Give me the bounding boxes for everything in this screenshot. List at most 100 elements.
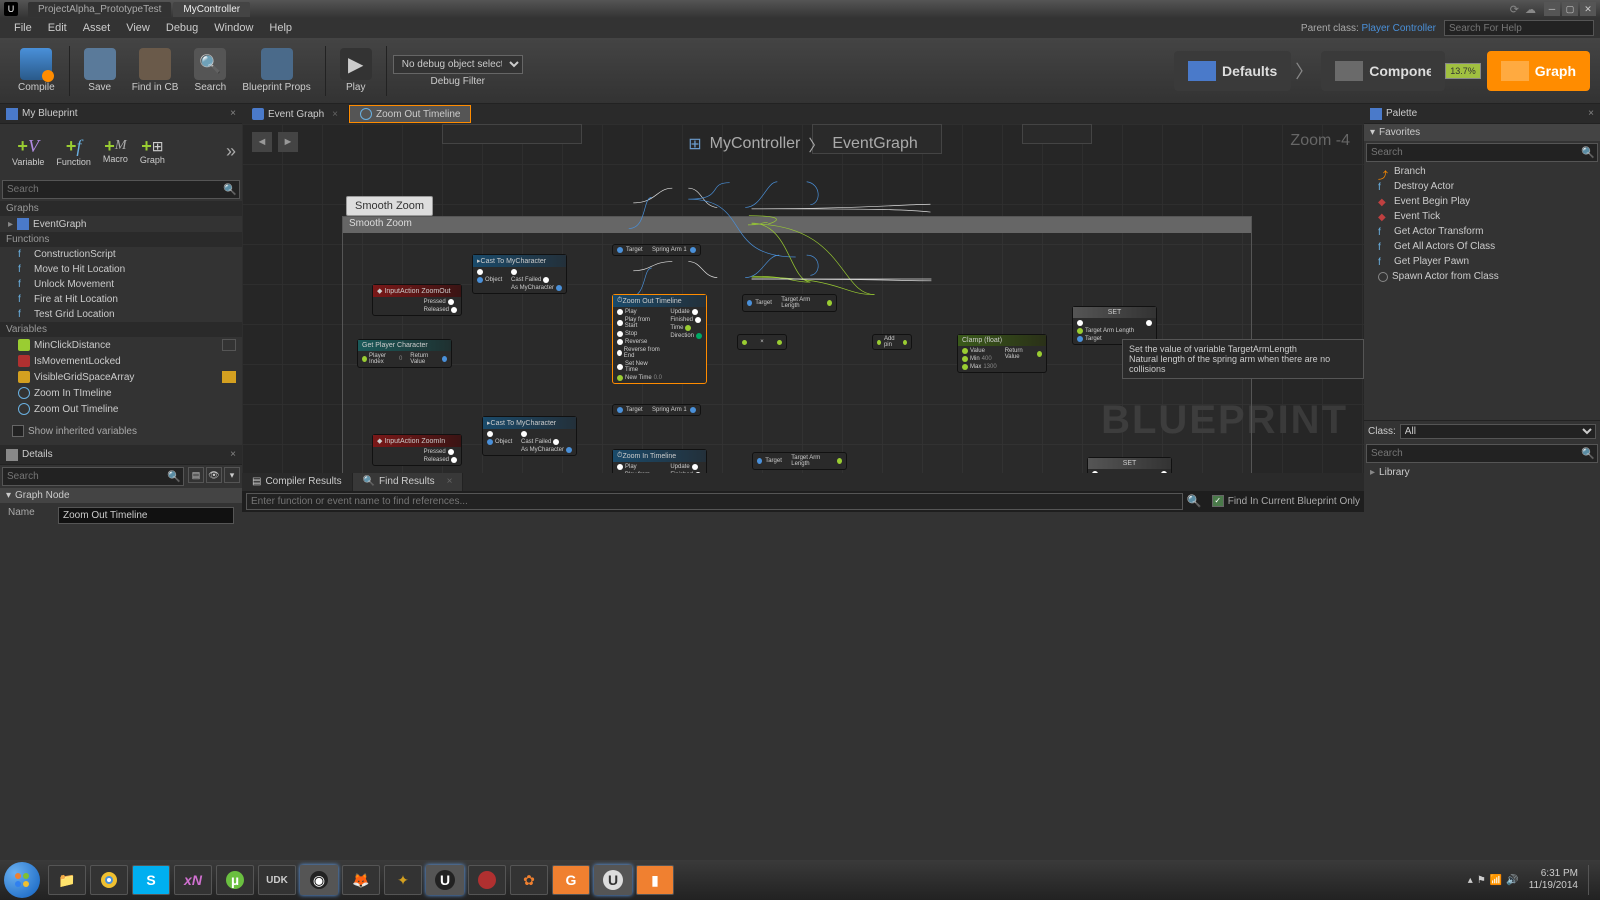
minimize-button[interactable]: ─ [1544,2,1560,16]
menu-window[interactable]: Window [206,20,261,36]
spring-arm-var-node[interactable]: Target Spring Arm 1 [612,244,701,256]
menu-file[interactable]: File [6,20,40,36]
palette-item[interactable]: fGet All Actors Of Class [1364,239,1600,254]
view-option-icon[interactable]: ▤ [188,467,204,483]
tray-network-icon[interactable]: 📶 [1490,875,1502,886]
palette-search[interactable]: 🔍 [1366,143,1598,162]
taskbar-utorrent-icon[interactable]: µ [216,865,254,895]
taskbar-app-icon[interactable]: ▮ [636,865,674,895]
project-tab[interactable]: ProjectAlpha_PrototypeTest [28,2,171,17]
palette-item[interactable]: fGet Actor Transform [1364,224,1600,239]
compile-button[interactable]: Compile [10,48,63,93]
view-option-icon[interactable]: 👁 [206,467,222,483]
get-player-character-node[interactable]: Get Player Character Player Index 0Retur… [357,339,452,368]
taskbar-skype-icon[interactable]: S [132,865,170,895]
taskbar-steam-icon[interactable]: ◉ [300,865,338,895]
taskbar-chrome-icon[interactable] [90,865,128,895]
view-option-icon[interactable]: ▾ [224,467,240,483]
palette-item[interactable]: fDestroy Actor [1364,179,1600,194]
add-function-button[interactable]: +fFunction [50,136,97,167]
event-graph-tab[interactable]: Event Graph× [242,106,349,122]
taskbar-app-icon[interactable]: ✦ [384,865,422,895]
taskbar-gimp-icon[interactable]: 🦊 [342,865,380,895]
expand-icon[interactable]: » [226,141,236,162]
menu-asset[interactable]: Asset [75,20,119,36]
taskbar-ue4-editor-icon[interactable]: U [594,865,632,895]
blueprint-props-button[interactable]: Blueprint Props [234,48,318,93]
function-item[interactable]: fUnlock Movement [0,277,242,292]
tray-flag-icon[interactable]: ⚑ [1477,875,1486,886]
close-panel-icon[interactable]: × [1588,108,1594,119]
graph-mode-button[interactable]: Graph [1487,51,1590,91]
variable-item[interactable]: MinClickDistance [0,337,242,353]
zoom-out-timeline-node[interactable]: ⏱ Zoom Out Timeline Play Play from Start… [612,294,707,384]
favorites-header[interactable]: ▾Favorites [1364,124,1600,141]
timeline-item[interactable]: Zoom In TImeline [0,385,242,401]
tray-up-icon[interactable]: ▴ [1468,875,1473,886]
show-inherited-checkbox[interactable]: Show inherited variables [6,417,242,445]
visibility-icon[interactable] [222,339,236,351]
search-button[interactable]: 🔍Search [186,48,234,93]
add-variable-button[interactable]: +VVariable [6,136,50,167]
nav-back-button[interactable]: ◄ [252,132,272,152]
my-blueprint-panel-tab[interactable]: My Blueprint× [0,104,242,124]
taskbar-app-icon[interactable] [468,865,506,895]
input-action-zoomout-node[interactable]: ◆InputAction ZoomOut PressedReleased [372,284,462,316]
input-action-zoomin-node[interactable]: ◆InputAction ZoomIn PressedReleased [372,434,462,466]
function-item[interactable]: fConstructionScript [0,247,242,262]
details-panel-tab[interactable]: Details× [0,445,242,465]
palette-item[interactable]: ◆Event Tick [1364,209,1600,224]
cloud-icon[interactable]: ☁ [1525,3,1536,16]
taskbar-xn-icon[interactable]: xN [174,865,212,895]
taskbar-explorer-icon[interactable]: 📁 [48,865,86,895]
parent-class-link[interactable]: Player Controller [1362,23,1436,34]
function-item[interactable]: fTest Grid Location [0,307,242,322]
find-in-cb-button[interactable]: Find in CB [124,48,187,93]
menu-view[interactable]: View [118,20,158,36]
nav-forward-button[interactable]: ► [278,132,298,152]
close-panel-icon[interactable]: × [230,449,236,460]
variable-item[interactable]: VisibleGridSpaceArray [0,369,242,385]
close-panel-icon[interactable]: × [230,108,236,119]
debug-object-select[interactable]: No debug object selected [393,55,523,74]
palette-item[interactable]: Spawn Actor from Class [1364,269,1600,284]
node-name-input[interactable] [58,507,234,524]
set-target-arm-length-node[interactable]: SET Target Arm LengthTarget [1087,457,1172,473]
blueprint-tab[interactable]: MyController [173,2,250,17]
variable-item[interactable]: IsMovementLocked [0,353,242,369]
add-graph-button[interactable]: +⊞Graph [134,138,171,165]
taskbar-app-icon[interactable]: G [552,865,590,895]
search-help-input[interactable] [1444,20,1594,36]
palette-item[interactable]: ◆Event Begin Play [1364,194,1600,209]
comment-label[interactable]: Smooth Zoom [346,196,433,216]
target-arm-length-node[interactable]: Target Target Arm Length [752,452,847,470]
timeline-item[interactable]: Zoom Out Timeline [0,401,242,417]
palette-library-search[interactable]: 🔍 [1366,444,1598,463]
search-icon[interactable]: 🔍 [1187,494,1202,508]
save-button[interactable]: Save [76,48,124,93]
close-button[interactable]: ✕ [1580,2,1596,16]
find-references-input[interactable] [246,493,1183,510]
menu-help[interactable]: Help [261,20,300,36]
taskbar-clock[interactable]: 6:31 PM11/19/2014 [1529,868,1578,892]
spring-arm-var-node[interactable]: Target Spring Arm 1 [612,404,701,416]
math-add-node[interactable]: Add pin [872,334,912,350]
cast-to-mycharacter-node[interactable]: ▸ Cast To MyCharacter ObjectCast FailedA… [472,254,567,294]
menu-edit[interactable]: Edit [40,20,75,36]
details-search-input[interactable] [5,470,167,483]
visibility-icon[interactable] [222,371,236,383]
play-button[interactable]: ▶Play [332,48,380,93]
class-filter-select[interactable]: All [1400,424,1596,439]
graph-node-category[interactable]: ▾Graph Node [0,488,242,503]
find-in-current-checkbox[interactable]: ✓Find In Current Blueprint Only [1212,495,1360,507]
find-results-tab[interactable]: 🔍Find Results× [353,473,464,491]
event-graph-item[interactable]: ▸EventGraph [0,216,242,232]
add-macro-button[interactable]: +MMacro [97,138,134,164]
palette-item[interactable]: fGet Player Pawn [1364,254,1600,269]
zoom-in-timeline-node[interactable]: ⏱ Zoom In Timeline Play Play from Start … [612,449,707,473]
taskbar-udk-icon[interactable]: UDK [258,865,296,895]
graph-canvas[interactable]: ◄► ⊞ MyController〉EventGraph Zoom -4 BLU… [242,124,1364,473]
palette-panel-tab[interactable]: Palette× [1364,104,1600,124]
start-button[interactable] [4,862,40,898]
library-category[interactable]: ▸Library [1364,465,1600,480]
